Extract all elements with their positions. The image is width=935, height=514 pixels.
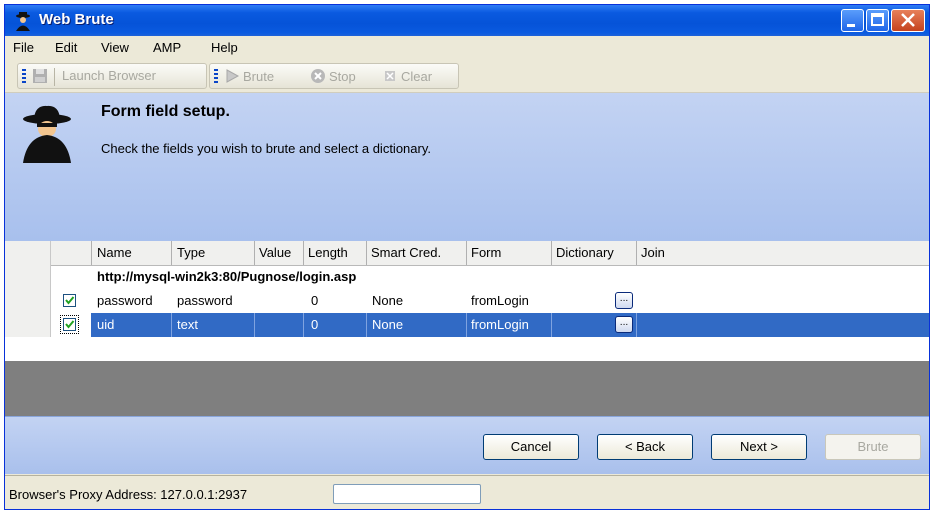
menu-amp[interactable]: AMP xyxy=(153,40,181,55)
cell-length: 0 xyxy=(311,317,319,332)
toolbar-grip[interactable] xyxy=(22,69,26,85)
menu-help[interactable]: Help xyxy=(211,40,238,55)
column-divider xyxy=(254,241,255,265)
toolbar-group-brute: Brute Stop Clear xyxy=(209,63,459,89)
column-divider xyxy=(303,241,304,265)
title-bar[interactable]: Web Brute xyxy=(5,5,929,36)
cell-form: fromLogin xyxy=(471,293,529,308)
cell-name: uid xyxy=(97,317,115,332)
cell-smart-cred[interactable]: None xyxy=(372,293,403,308)
save-button[interactable] xyxy=(32,68,48,84)
group-url: http://mysql-win2k3:80/Pugnose/login.asp xyxy=(97,269,357,284)
cell-divider xyxy=(171,313,172,337)
next-button[interactable]: Next > xyxy=(711,434,807,460)
stop-label: Stop xyxy=(329,68,356,84)
minimize-icon xyxy=(847,24,855,27)
toolbar-group-file: Launch Browser xyxy=(17,63,207,89)
group-row: http://mysql-win2k3:80/Pugnose/login.asp xyxy=(5,265,929,289)
cell-smart-cred[interactable]: None xyxy=(372,317,403,332)
menu-edit[interactable]: Edit xyxy=(55,40,77,55)
app-window: Web Brute File Edit View AMP Help Launch… xyxy=(4,4,930,510)
cell-form: fromLogin xyxy=(471,317,529,332)
cell-divider xyxy=(303,313,304,337)
cell-divider xyxy=(551,313,552,337)
window-title: Web Brute xyxy=(39,11,114,28)
check-icon xyxy=(65,320,75,329)
column-header-form[interactable]: Form xyxy=(471,245,501,260)
play-icon xyxy=(226,69,240,83)
menu-file[interactable]: File xyxy=(13,40,34,55)
brute-checkbox[interactable] xyxy=(63,294,76,307)
row-header[interactable] xyxy=(5,289,51,313)
stop-button[interactable]: Stop xyxy=(310,68,356,84)
menu-bar: File Edit View AMP Help xyxy=(5,36,929,60)
column-header-value[interactable]: Value xyxy=(259,245,291,260)
cell-type: text xyxy=(177,317,198,332)
column-divider xyxy=(551,241,552,265)
maximize-icon xyxy=(871,13,884,26)
column-divider xyxy=(466,241,467,265)
clear-icon xyxy=(385,71,395,81)
column-header-length[interactable]: Length xyxy=(308,245,348,260)
cell-divider xyxy=(636,313,637,337)
minimize-button[interactable] xyxy=(841,9,864,32)
proxy-address-label: Browser's Proxy Address: 127.0.0.1:2937 xyxy=(9,487,248,502)
back-button[interactable]: < Back xyxy=(597,434,693,460)
cell-type: password xyxy=(177,293,233,308)
check-icon xyxy=(65,296,75,305)
grid-corner xyxy=(5,241,51,265)
cell-length: 0 xyxy=(311,293,319,308)
row-header[interactable] xyxy=(5,265,51,289)
menu-view[interactable]: View xyxy=(101,40,129,55)
column-divider xyxy=(366,241,367,265)
row-header[interactable] xyxy=(5,313,51,337)
column-header-dictionary[interactable]: Dictionary xyxy=(556,245,614,260)
column-divider xyxy=(171,241,172,265)
column-header-join[interactable]: Join xyxy=(641,245,665,260)
status-bar: Browser's Proxy Address: 127.0.0.1:2937 xyxy=(5,475,929,509)
wizard-header: Form field setup. Check the fields you w… xyxy=(5,93,929,242)
cell-divider xyxy=(366,313,367,337)
table-row[interactable]: password password 0 None fromLogin ... xyxy=(5,289,929,313)
cell-divider xyxy=(466,313,467,337)
toolbar-grip[interactable] xyxy=(214,69,218,85)
close-button[interactable] xyxy=(891,9,925,32)
dictionary-browse-button[interactable]: ... xyxy=(615,292,633,309)
page-description: Check the fields you wish to brute and s… xyxy=(101,141,431,156)
toolbar: Launch Browser Brute Stop Clear xyxy=(5,60,929,93)
form-field-grid: Name Type Value Length Smart Cred. Form … xyxy=(5,241,929,371)
column-header-smart-cred[interactable]: Smart Cred. xyxy=(371,245,441,260)
page-title: Form field setup. xyxy=(101,103,230,120)
cancel-button[interactable]: Cancel xyxy=(483,434,579,460)
table-row-selected[interactable]: uid text 0 None fromLogin ... xyxy=(5,313,929,337)
wizard-button-bar: Cancel < Back Next > Brute xyxy=(5,416,929,474)
column-header-type[interactable]: Type xyxy=(177,245,205,260)
grid-header: Name Type Value Length Smart Cred. Form … xyxy=(5,241,929,266)
clear-label: Clear xyxy=(401,68,433,84)
cell-divider xyxy=(254,313,255,337)
cell-name: password xyxy=(97,293,153,308)
brute-toolbar-label: Brute xyxy=(243,68,275,84)
brute-toolbar-button[interactable]: Brute xyxy=(224,68,274,84)
maximize-button[interactable] xyxy=(866,9,889,32)
column-header-name[interactable]: Name xyxy=(97,245,132,260)
save-icon xyxy=(33,69,47,83)
clear-button[interactable]: Clear xyxy=(382,68,432,84)
column-divider xyxy=(91,241,92,265)
spy-icon xyxy=(16,12,30,31)
launch-browser-button[interactable]: Launch Browser xyxy=(62,68,156,83)
proxy-address-field[interactable] xyxy=(333,484,481,504)
stop-icon xyxy=(311,69,325,83)
brute-button[interactable]: Brute xyxy=(825,434,921,460)
spy-icon xyxy=(23,105,71,163)
dictionary-browse-button[interactable]: ... xyxy=(615,316,633,333)
brute-checkbox[interactable] xyxy=(60,315,79,334)
column-divider xyxy=(636,241,637,265)
close-icon xyxy=(901,13,915,27)
grid-empty-area xyxy=(5,361,929,416)
toolbar-separator xyxy=(54,68,55,86)
